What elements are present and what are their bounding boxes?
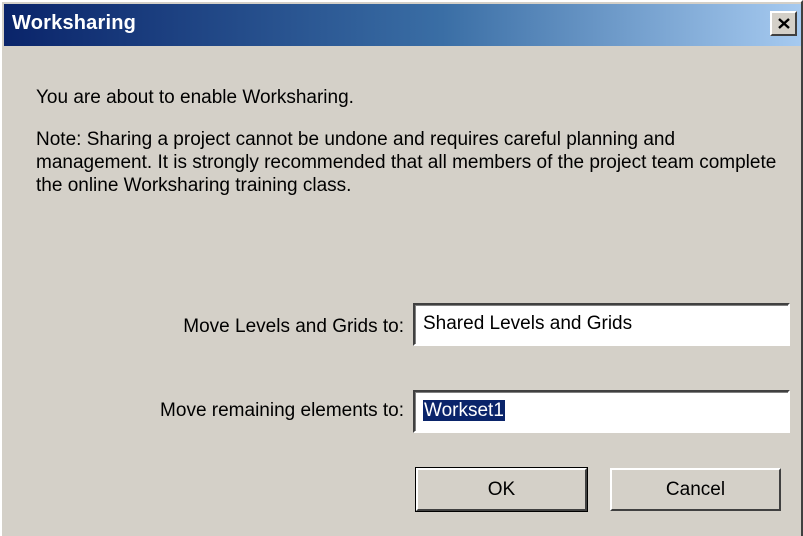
remaining-elements-input[interactable]: Workset1 [413,390,790,433]
cancel-button-label: Cancel [665,478,726,500]
note-message: Note: Sharing a project cannot be undone… [36,129,777,196]
enable-message: You are about to enable Worksharing. [36,87,354,108]
worksharing-dialog: Worksharing You are about to enable Work… [0,0,803,536]
dialog-title: Worksharing [12,12,137,34]
levels-grids-label: Move Levels and Grids to: [183,316,404,337]
levels-grids-input[interactable]: Shared Levels and Grids [413,303,790,346]
cancel-button[interactable]: Cancel [610,468,781,511]
ok-button[interactable]: OK [415,467,588,512]
remaining-elements-value: Workset1 [423,400,505,421]
close-button[interactable] [770,11,797,36]
remaining-elements-label: Move remaining elements to: [160,400,404,421]
close-icon [777,18,790,29]
ok-button-label: OK [487,478,516,500]
levels-grids-value: Shared Levels and Grids [423,313,633,334]
title-bar: Worksharing [4,4,801,46]
